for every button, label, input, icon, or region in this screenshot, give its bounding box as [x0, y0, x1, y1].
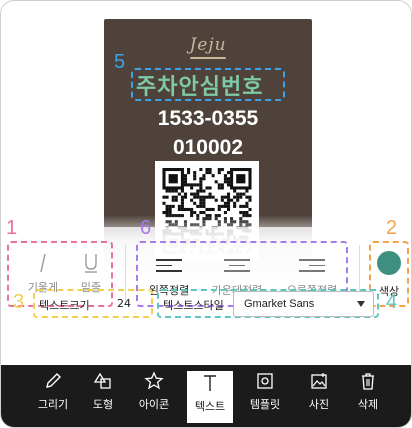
- font-size-input[interactable]: 24: [117, 297, 131, 310]
- star-icon: [144, 371, 164, 390]
- badge-6: 6: [140, 217, 152, 239]
- color-swatch: [377, 251, 401, 275]
- align-left-icon: [156, 259, 182, 272]
- trash-icon: [362, 373, 374, 390]
- italic-icon: [40, 253, 46, 273]
- text-icon: [204, 375, 216, 391]
- chevron-down-icon: [357, 301, 365, 307]
- font-style-select[interactable]: Gmarket Sans: [233, 291, 374, 317]
- badge-3: 3: [13, 291, 25, 313]
- logo-underline: [190, 57, 226, 59]
- badge-5: 5: [114, 51, 126, 73]
- nav-template-label: 템플릿: [249, 398, 281, 411]
- highlight-box-5: [131, 68, 285, 101]
- jeju-logo-text: Jeju: [189, 35, 227, 55]
- pencil-icon: [46, 373, 61, 388]
- nav-shape[interactable]: 도형: [77, 371, 129, 412]
- badge-1: 1: [6, 217, 18, 239]
- badge-2: 2: [386, 217, 398, 239]
- font-style-label: 텍스트스타일: [163, 299, 224, 312]
- shape-icon: [93, 372, 111, 389]
- nav-draw[interactable]: 그리기: [27, 371, 79, 412]
- nav-draw-label: 그리기: [37, 398, 69, 411]
- nav-text[interactable]: 텍스트: [187, 371, 233, 423]
- nav-icon[interactable]: 아이콘: [128, 371, 180, 412]
- nav-text-label: 텍스트: [194, 400, 226, 413]
- card-number-text[interactable]: 010002: [104, 136, 312, 160]
- align-center-icon: [224, 259, 250, 272]
- font-style-value: Gmarket Sans: [244, 298, 315, 310]
- editor-frame: Jeju 주차안심번호 1533-0355 010002 5 1 기울게 밑줄 …: [0, 0, 412, 428]
- underline-icon: [85, 254, 97, 273]
- nav-icon-label: 아이콘: [138, 398, 170, 411]
- nav-delete-label: 삭제: [357, 398, 379, 411]
- nav-photo[interactable]: 사진: [293, 371, 345, 412]
- badge-4: 4: [386, 291, 398, 313]
- jeju-logo: Jeju: [104, 35, 312, 59]
- template-icon: [257, 373, 273, 389]
- font-size-label: 텍스트크기: [39, 299, 90, 312]
- nav-template[interactable]: 템플릿: [239, 371, 291, 412]
- card-phone-text[interactable]: 1533-0355: [104, 107, 312, 131]
- nav-shape-label: 도형: [92, 398, 114, 411]
- photo-icon: [311, 373, 327, 389]
- nav-delete[interactable]: 삭제: [342, 371, 394, 412]
- align-right-icon: [299, 259, 325, 272]
- nav-photo-label: 사진: [308, 398, 330, 411]
